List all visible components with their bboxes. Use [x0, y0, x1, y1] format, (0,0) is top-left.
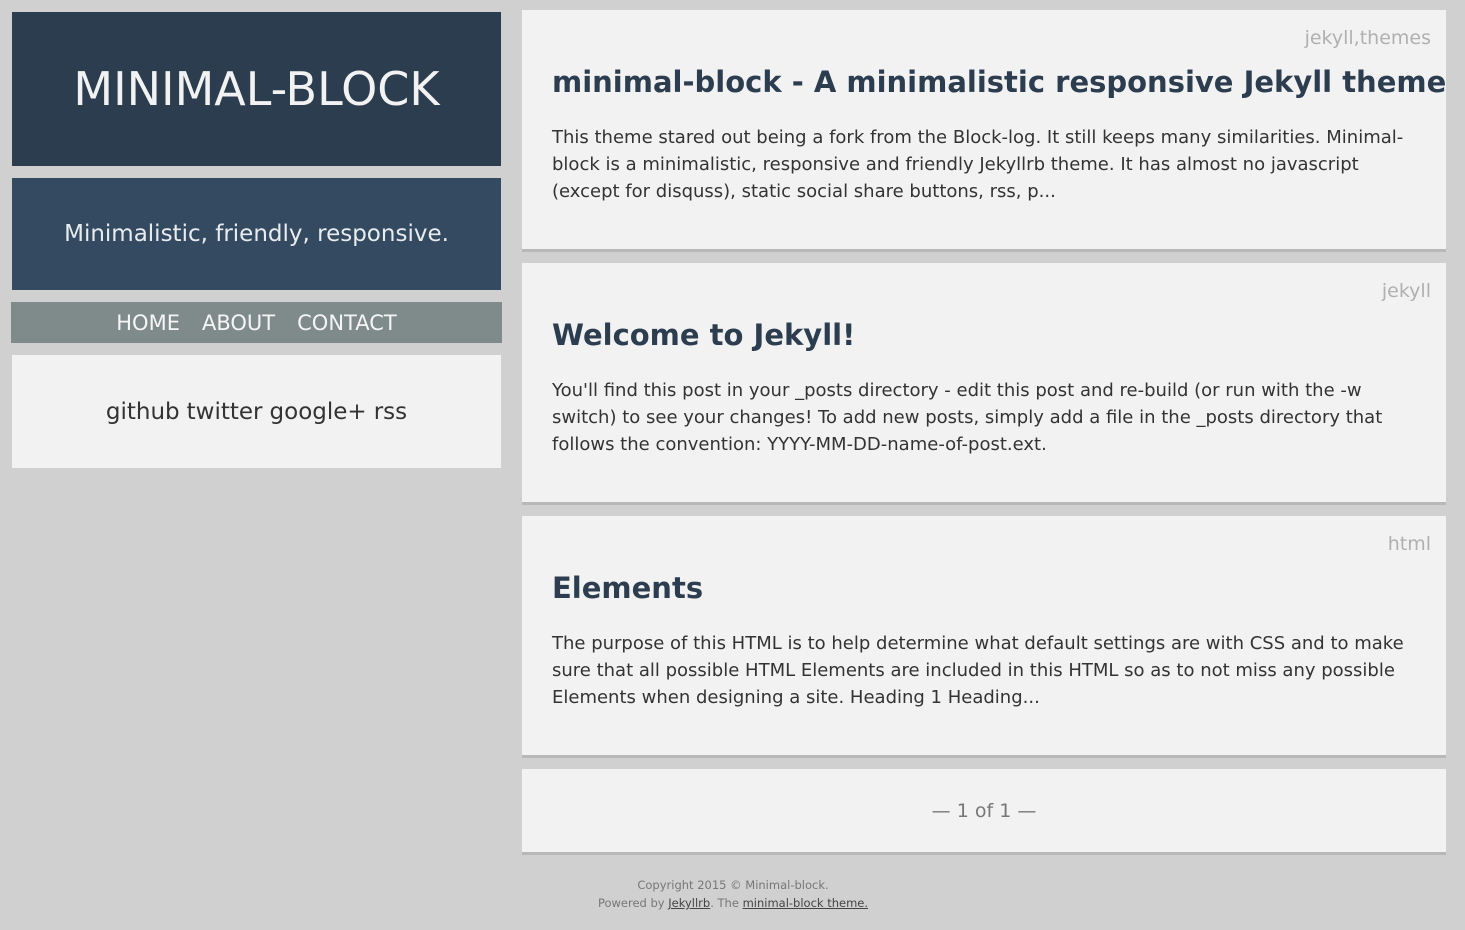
jekyllrb-link[interactable]: Jekyllrb: [668, 896, 710, 910]
twitter-link[interactable]: twitter: [187, 399, 263, 425]
site-footer: Copyright 2015 © Minimal-block. Powered …: [522, 876, 944, 912]
sidebar: MINIMAL-BLOCK Minimalistic, friendly, re…: [11, 12, 502, 468]
nav-about-link[interactable]: ABOUT: [202, 311, 275, 335]
social-links: github twitter google+ rss: [12, 355, 501, 468]
github-link[interactable]: github: [106, 399, 180, 425]
google-plus-link[interactable]: google+: [270, 399, 367, 425]
post-tags[interactable]: jekyll: [1382, 280, 1431, 302]
pagination-label: — 1 of 1 —: [931, 799, 1037, 822]
nav-contact-link[interactable]: CONTACT: [297, 311, 397, 335]
footer-copyright: Copyright 2015 © Minimal-block.: [637, 878, 829, 892]
theme-link[interactable]: minimal-block theme.: [743, 896, 868, 910]
post-tags[interactable]: html: [1388, 533, 1431, 555]
pagination: — 1 of 1 —: [522, 769, 1446, 855]
post-excerpt: You'll find this post in your _posts dir…: [552, 380, 1383, 455]
site-title[interactable]: MINIMAL-BLOCK: [73, 62, 439, 116]
nav-home-link[interactable]: HOME: [116, 311, 180, 335]
footer-middle-text: . The: [710, 896, 743, 910]
site-tagline: Minimalistic, friendly, responsive.: [64, 221, 449, 247]
post-tags[interactable]: jekyll,themes: [1305, 27, 1431, 49]
post-card: jekyll,themes minimal-block - A minimali…: [522, 10, 1446, 252]
footer-powered-prefix: Powered by: [597, 896, 669, 910]
site-title-box[interactable]: MINIMAL-BLOCK: [12, 12, 501, 166]
rss-link[interactable]: rss: [374, 399, 407, 425]
post-excerpt: This theme stared out being a fork from …: [552, 127, 1404, 202]
post-title-link[interactable]: Welcome to Jekyll!: [552, 318, 855, 352]
main-nav: HOME ABOUT CONTACT: [11, 302, 502, 343]
tagline-box: Minimalistic, friendly, responsive.: [12, 178, 501, 290]
footer-powered-by: Powered by Jekyllrb. The minimal-block t…: [522, 894, 944, 912]
post-card: jekyll Welcome to Jekyll! You'll find th…: [522, 263, 1446, 505]
post-list: jekyll,themes minimal-block - A minimali…: [522, 10, 1446, 855]
post-title-link[interactable]: Elements: [552, 571, 703, 605]
post-title-link[interactable]: minimal-block - A minimalistic responsiv…: [552, 65, 1446, 99]
post-excerpt: The purpose of this HTML is to help dete…: [552, 633, 1404, 708]
post-card: html Elements The purpose of this HTML i…: [522, 516, 1446, 758]
